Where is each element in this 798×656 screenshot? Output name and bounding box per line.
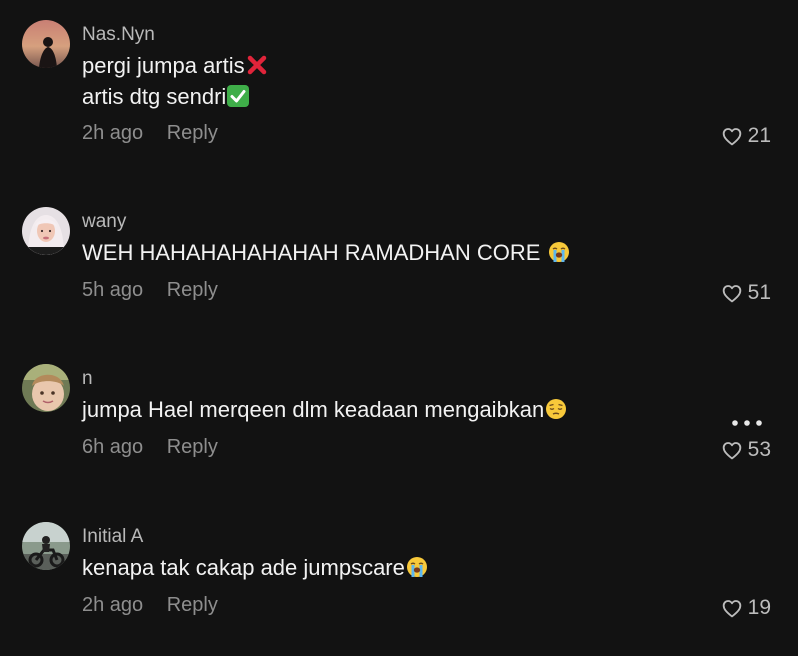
timestamp: 2h ago (82, 594, 144, 616)
comment-meta: 6h ago Reply (82, 436, 218, 459)
loudly-crying-face-emoji (406, 557, 427, 577)
cross-mark-emoji (247, 55, 266, 75)
comment-text-line: artis dtg sendri (82, 84, 227, 109)
avatar[interactable] (22, 522, 70, 570)
check-mark-emoji (227, 85, 250, 107)
comment-text-line: WEH HAHAHAHAHAHAH RAMADHAN CORE (82, 240, 547, 265)
avatar[interactable] (22, 20, 70, 68)
username[interactable]: wany (82, 211, 126, 233)
like-count: 19 (747, 596, 771, 619)
heart-outline-icon (722, 127, 741, 145)
like-count: 21 (747, 124, 771, 147)
avatar[interactable] (22, 364, 70, 412)
like-button[interactable]: 53 (722, 438, 771, 462)
comment-meta: 5h ago Reply (82, 279, 218, 302)
username[interactable]: n (82, 368, 93, 390)
comment-text: jumpa Hael merqeen dlm keadaan mengaibka… (82, 394, 567, 425)
timestamp: 5h ago (82, 279, 144, 301)
reply-button[interactable]: Reply (167, 279, 218, 301)
like-count: 53 (747, 438, 771, 461)
reply-button[interactable]: Reply (167, 594, 218, 616)
timestamp: 6h ago (82, 436, 144, 458)
comment-text-line: jumpa Hael merqeen dlm keadaan mengaibka… (82, 397, 545, 422)
more-options-icon[interactable] (730, 416, 764, 430)
reply-button[interactable]: Reply (167, 436, 218, 458)
comment-meta: 2h ago Reply (82, 122, 218, 145)
username[interactable]: Nas.Nyn (82, 24, 155, 46)
comment-text: WEH HAHAHAHAHAHAH RAMADHAN CORE (82, 237, 570, 268)
like-button[interactable]: 21 (722, 124, 771, 148)
pensive-face-emoji (546, 399, 567, 419)
like-button[interactable]: 19 (722, 596, 771, 620)
like-count: 51 (747, 281, 771, 304)
username[interactable]: Initial A (82, 526, 143, 548)
comment-text: pergi jumpa artis artis dtg sendri (82, 50, 268, 112)
comment-text-line: kenapa tak cakap ade jumpscare (82, 555, 405, 580)
loudly-crying-face-emoji (548, 242, 569, 262)
heart-outline-icon (722, 284, 741, 302)
like-button[interactable]: 51 (722, 281, 771, 305)
comment-text-line: pergi jumpa artis (82, 53, 245, 78)
comment-meta: 2h ago Reply (82, 594, 218, 617)
comment-text: kenapa tak cakap ade jumpscare (82, 552, 428, 583)
timestamp: 2h ago (82, 122, 144, 144)
reply-button[interactable]: Reply (167, 122, 218, 144)
avatar[interactable] (22, 207, 70, 255)
heart-outline-icon (722, 441, 741, 459)
heart-outline-icon (722, 599, 741, 617)
